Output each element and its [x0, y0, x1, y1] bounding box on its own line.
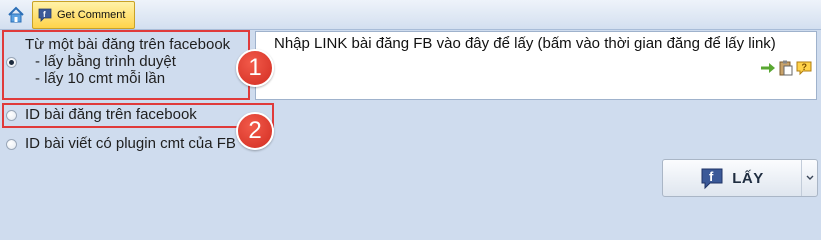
link-input-text: Nhập LINK bài đăng FB vào đây để lấy (bấ…: [274, 35, 776, 52]
home-icon: [8, 6, 24, 23]
lay-split-button: f LẤY: [662, 159, 818, 197]
lay-button-label: LẤY: [732, 169, 764, 187]
lay-button[interactable]: f LẤY: [663, 160, 801, 196]
svg-text:f: f: [709, 169, 714, 184]
callout-badge-2: 2: [236, 112, 274, 150]
link-input[interactable]: Nhập LINK bài đăng FB vào đây để lấy (bấ…: [255, 31, 817, 100]
callout-badge-1: 1: [236, 49, 274, 87]
svg-text:f: f: [43, 10, 46, 19]
chevron-down-icon: [806, 175, 813, 180]
get-comment-label: Get Comment: [57, 9, 126, 21]
arrow-right-icon[interactable]: [760, 62, 776, 74]
option-plugin-id[interactable]: ID bài viết có plugin cmt của FB: [6, 135, 236, 152]
home-button[interactable]: [4, 4, 28, 26]
svg-text:?: ?: [802, 62, 808, 72]
help-icon[interactable]: ?: [796, 60, 812, 76]
highlight-box-2: [2, 103, 274, 128]
get-comment-button[interactable]: f Get Comment: [32, 1, 135, 29]
link-input-tools: ?: [760, 60, 812, 76]
facebook-comment-icon: f: [37, 7, 53, 23]
radio-plugin-id[interactable]: [6, 139, 17, 150]
toolbar: f Get Comment: [0, 0, 821, 30]
option-plugin-id-label: ID bài viết có plugin cmt của FB: [25, 135, 236, 152]
facebook-icon: f: [701, 168, 723, 190]
highlight-box-1: [2, 30, 250, 100]
lay-dropdown-button[interactable]: [801, 160, 817, 196]
paste-icon[interactable]: [779, 60, 793, 76]
